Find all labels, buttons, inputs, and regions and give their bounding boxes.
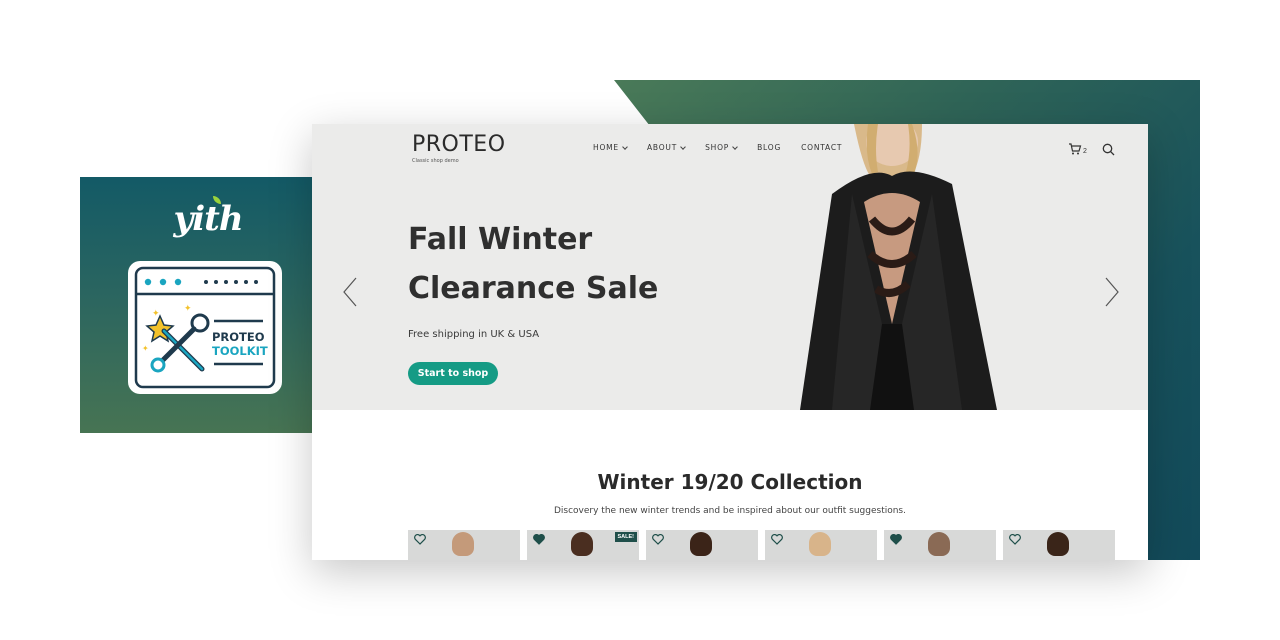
sale-badge: SALE! [614,532,637,542]
nav-item-contact[interactable]: CONTACT [801,143,842,152]
product-card[interactable]: SALE! [527,530,639,560]
model-image [792,124,1012,410]
yith-logo: yith [80,196,336,239]
product-image [690,532,712,556]
search-icon[interactable] [1102,143,1115,156]
nav-item-blog[interactable]: BLOG [757,143,781,152]
product-image [571,532,593,556]
wishlist-heart-icon[interactable] [652,534,664,545]
start-to-shop-button[interactable]: Start to shop [408,362,498,385]
product-card[interactable] [765,530,877,560]
product-image [1047,532,1069,556]
toolkit-title-line1: PROTEO [212,330,265,344]
site-logo[interactable]: PROTEO [412,132,506,157]
svg-text:✦: ✦ [142,344,149,353]
product-card[interactable] [646,530,758,560]
main-navigation: HOME ABOUT SHOP BLOG CONTACT [593,143,842,152]
plugin-banner: yith ✦ ✦ ✦ PROTEO TOOLKIT [80,177,336,433]
nav-item-about[interactable]: ABOUT [647,143,686,152]
wishlist-heart-icon[interactable] [890,534,902,545]
proteo-toolkit-icon: ✦ ✦ ✦ PROTEO TOOLKIT [128,261,282,394]
collection-subtitle: Discovery the new winter trends and be i… [553,506,906,516]
slider-prev-arrow-icon[interactable] [342,277,358,307]
svg-text:✦: ✦ [184,303,192,313]
product-grid: SALE! [408,530,1115,560]
product-image [928,532,950,556]
toolkit-title-line2: TOOLKIT [212,344,268,358]
chevron-down-icon [732,143,738,150]
chevron-down-icon [680,143,686,150]
hero-subtitle: Free shipping in UK & USA [408,329,540,340]
hero-title: Fall Winter Clearance Sale [408,222,659,306]
chevron-down-icon [622,143,628,150]
cart-count: 2 [1083,148,1087,155]
product-card[interactable] [408,530,520,560]
product-card[interactable] [1003,530,1115,560]
svg-text:✦: ✦ [152,308,160,318]
nav-item-shop[interactable]: SHOP [705,143,738,152]
hero-slider: PROTEO Classic shop demo HOME ABOUT SHOP… [312,124,1148,410]
nav-item-home[interactable]: HOME [593,143,628,152]
wishlist-heart-icon[interactable] [771,534,783,545]
cart-icon[interactable] [1068,142,1082,156]
product-image [809,532,831,556]
slider-next-arrow-icon[interactable] [1104,277,1120,307]
website-preview: PROTEO Classic shop demo HOME ABOUT SHOP… [312,124,1148,560]
wishlist-heart-icon[interactable] [414,534,426,545]
collection-title: Winter 19/20 Collection [597,470,863,494]
wishlist-heart-icon[interactable] [1009,534,1021,545]
site-tagline: Classic shop demo [412,158,459,164]
wishlist-heart-icon[interactable] [533,534,545,545]
product-card[interactable] [884,530,996,560]
product-image [452,532,474,556]
